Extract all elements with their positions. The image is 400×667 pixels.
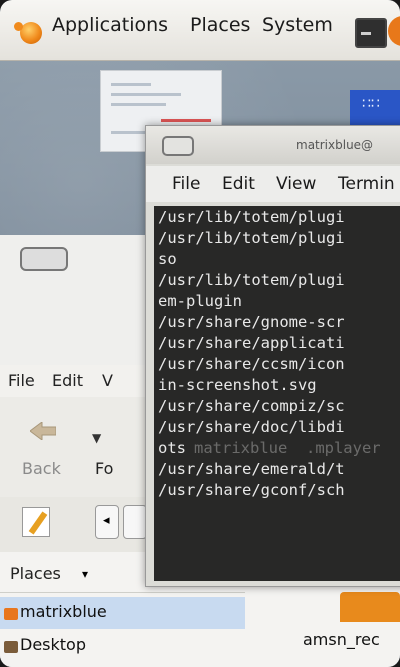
terminal-line: /usr/share/applicati: [158, 334, 345, 352]
terminal-line: /usr/lib/totem/plugi: [158, 208, 345, 226]
terminal-line: /usr/share/ccsm/icon: [158, 355, 345, 373]
home-folder-icon: [4, 608, 18, 620]
top-panel: Applications Places System: [0, 0, 400, 61]
back-button-label[interactable]: Back: [22, 459, 61, 478]
terminal-menu-edit[interactable]: Edit: [222, 174, 255, 194]
terminal-line: ots: [158, 439, 186, 457]
terminal-line: /usr/lib/totem/plugi: [158, 271, 345, 289]
terminal-line: /usr/share/gnome-scr: [158, 313, 345, 331]
divider: [0, 592, 245, 593]
places-item-desktop[interactable]: Desktop: [20, 635, 86, 654]
places-menu[interactable]: Places: [190, 14, 250, 36]
terminal-line: /usr/share/gconf/sch: [158, 481, 345, 499]
window-menu-button[interactable]: [162, 136, 194, 156]
chevron-down-icon[interactable]: ▼: [92, 431, 101, 445]
window-button[interactable]: [20, 247, 68, 271]
file-icon[interactable]: [340, 592, 400, 622]
desktop-folder-icon: [4, 641, 18, 653]
places-dropdown[interactable]: Places: [10, 564, 61, 583]
places-item-home[interactable]: matrixblue: [20, 602, 107, 621]
path-left-button[interactable]: ◂: [95, 505, 119, 539]
terminal-line: /usr/lib/totem/plugi: [158, 229, 345, 247]
terminal-window: matrixblue@ File Edit View Termin /usr/l…: [145, 125, 400, 587]
menu-file[interactable]: File: [8, 371, 35, 390]
terminal-menu-terminal[interactable]: Termin: [338, 174, 395, 194]
terminal-menu-file[interactable]: File: [172, 174, 200, 194]
back-arrow-icon[interactable]: [30, 422, 56, 440]
terminal-line: in-screenshot.svg: [158, 376, 317, 394]
system-menu[interactable]: System: [262, 14, 333, 36]
path-segment-button[interactable]: [123, 505, 147, 539]
gnome-foot-icon[interactable]: [14, 22, 42, 44]
terminal-title: matrixblue@: [296, 138, 374, 152]
edit-location-icon[interactable]: [22, 507, 50, 537]
app-launcher-icon[interactable]: [388, 16, 400, 46]
chevron-left-icon: ◂: [103, 513, 110, 528]
terminal-line: so: [158, 250, 177, 268]
ghost-overlay-text: matrixblue .mplayer: [194, 439, 381, 457]
terminal-line: em-plugin: [158, 292, 242, 310]
terminal-line: /usr/share/emerald/t: [158, 460, 345, 478]
terminal-menu-view[interactable]: View: [276, 174, 316, 194]
terminal-launcher-icon[interactable]: [355, 18, 387, 48]
menu-edit[interactable]: Edit: [52, 371, 83, 390]
terminal-output[interactable]: /usr/lib/totem/plugi /usr/lib/totem/plug…: [154, 206, 400, 581]
window-thumbnail-icon: [350, 90, 400, 130]
terminal-line: /usr/share/doc/libdi: [158, 418, 345, 436]
chevron-down-icon[interactable]: ▾: [82, 567, 88, 581]
terminal-menubar: File Edit View Termin: [146, 166, 400, 202]
screen: Applications Places System File Edit V ▼…: [0, 0, 400, 667]
terminal-line: /usr/share/compiz/sc: [158, 397, 345, 415]
terminal-titlebar[interactable]: matrixblue@: [146, 126, 400, 164]
menu-view[interactable]: V: [102, 371, 113, 390]
file-item-label[interactable]: amsn_rec: [303, 630, 380, 649]
applications-menu[interactable]: Applications: [52, 14, 168, 36]
forward-button-label[interactable]: Fo: [95, 459, 113, 478]
